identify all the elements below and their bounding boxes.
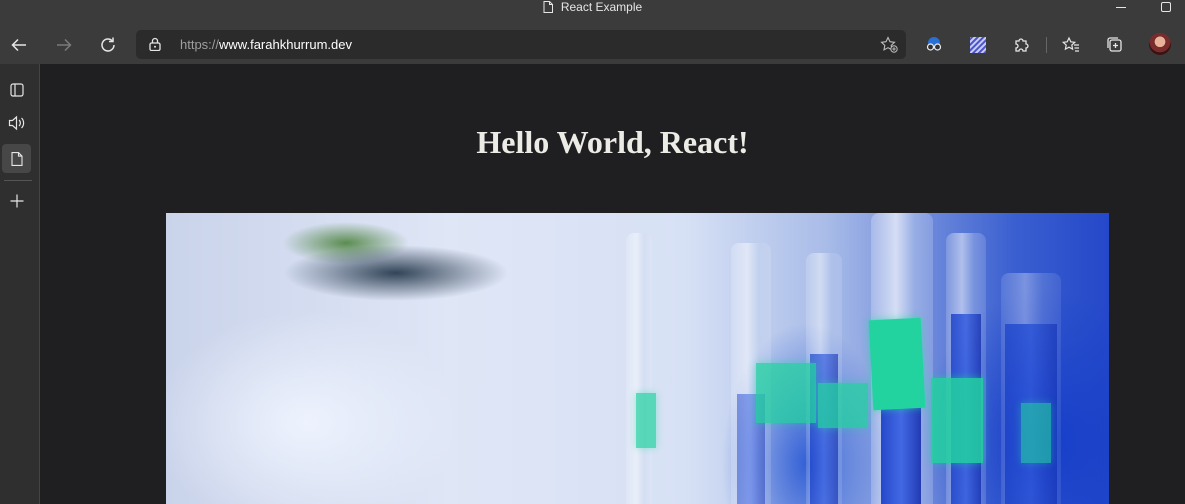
new-tab-button[interactable] <box>2 186 31 215</box>
profile-avatar[interactable] <box>1149 33 1171 55</box>
collections-icon <box>1107 37 1122 52</box>
toolbar-divider <box>1046 37 1047 53</box>
extension-glasses-icon <box>926 37 942 51</box>
page-heading: Hello World, React! <box>476 124 749 160</box>
window-title-area: React Example <box>0 0 1185 16</box>
extensions-puzzle-icon <box>1015 38 1029 52</box>
lock-icon[interactable] <box>149 37 161 56</box>
collections-button[interactable] <box>1101 31 1129 59</box>
test-tube <box>1001 273 1061 504</box>
green-label <box>868 317 926 411</box>
extension-glasses-button[interactable] <box>920 31 948 59</box>
tab-react-example[interactable] <box>2 144 31 173</box>
sidebar-divider <box>4 180 32 181</box>
forward-button[interactable] <box>50 31 78 59</box>
title-bar: React Example <box>0 0 1185 26</box>
vertical-sidebar <box>0 64 40 504</box>
tube-liquid <box>881 394 921 504</box>
extension-pattern-button[interactable] <box>964 31 992 59</box>
extensions-button[interactable] <box>1008 31 1036 59</box>
url-text[interactable]: https://www.farahkhurrum.dev <box>180 30 352 59</box>
document-icon <box>10 151 23 166</box>
tab-actions-icon <box>9 82 24 97</box>
green-label <box>636 393 656 448</box>
speaker-button[interactable] <box>2 108 31 137</box>
refresh-button[interactable] <box>94 31 122 59</box>
speaker-icon <box>8 115 24 130</box>
green-label <box>756 363 816 423</box>
url-scheme: https:// <box>180 37 220 52</box>
maximize-button[interactable] <box>1151 0 1181 14</box>
extension-pattern-icon <box>970 37 986 53</box>
test-tube <box>946 233 986 504</box>
add-favorite-icon <box>880 36 898 53</box>
url-host: www.farahkhurrum.dev <box>219 37 352 52</box>
browser-toolbar: https://www.farahkhurrum.dev <box>0 26 1185 64</box>
green-label <box>1021 403 1051 463</box>
refresh-icon <box>101 37 115 52</box>
lab-test-tubes-photo <box>166 213 1109 504</box>
tab-actions-button[interactable] <box>2 75 31 104</box>
window-title: React Example <box>560 0 643 14</box>
favorites-button[interactable] <box>1057 31 1085 59</box>
green-label <box>931 378 983 463</box>
forward-arrow-icon <box>57 38 72 52</box>
maximize-icon <box>1161 2 1171 12</box>
add-icon <box>10 194 23 207</box>
back-button[interactable] <box>5 31 33 59</box>
browser-window: React Example https://www.farahkhurrum.d… <box>0 0 1185 504</box>
favorites-icon <box>1062 36 1079 52</box>
green-label <box>818 383 868 428</box>
document-icon <box>543 1 553 13</box>
add-favorite-button[interactable] <box>880 36 898 58</box>
back-arrow-icon <box>11 38 26 52</box>
page-content: Hello World, React! <box>40 64 1185 504</box>
test-tube <box>626 233 652 504</box>
minimize-button[interactable] <box>1106 0 1136 14</box>
address-bar[interactable]: https://www.farahkhurrum.dev <box>136 30 906 59</box>
minimize-icon <box>1116 7 1126 8</box>
